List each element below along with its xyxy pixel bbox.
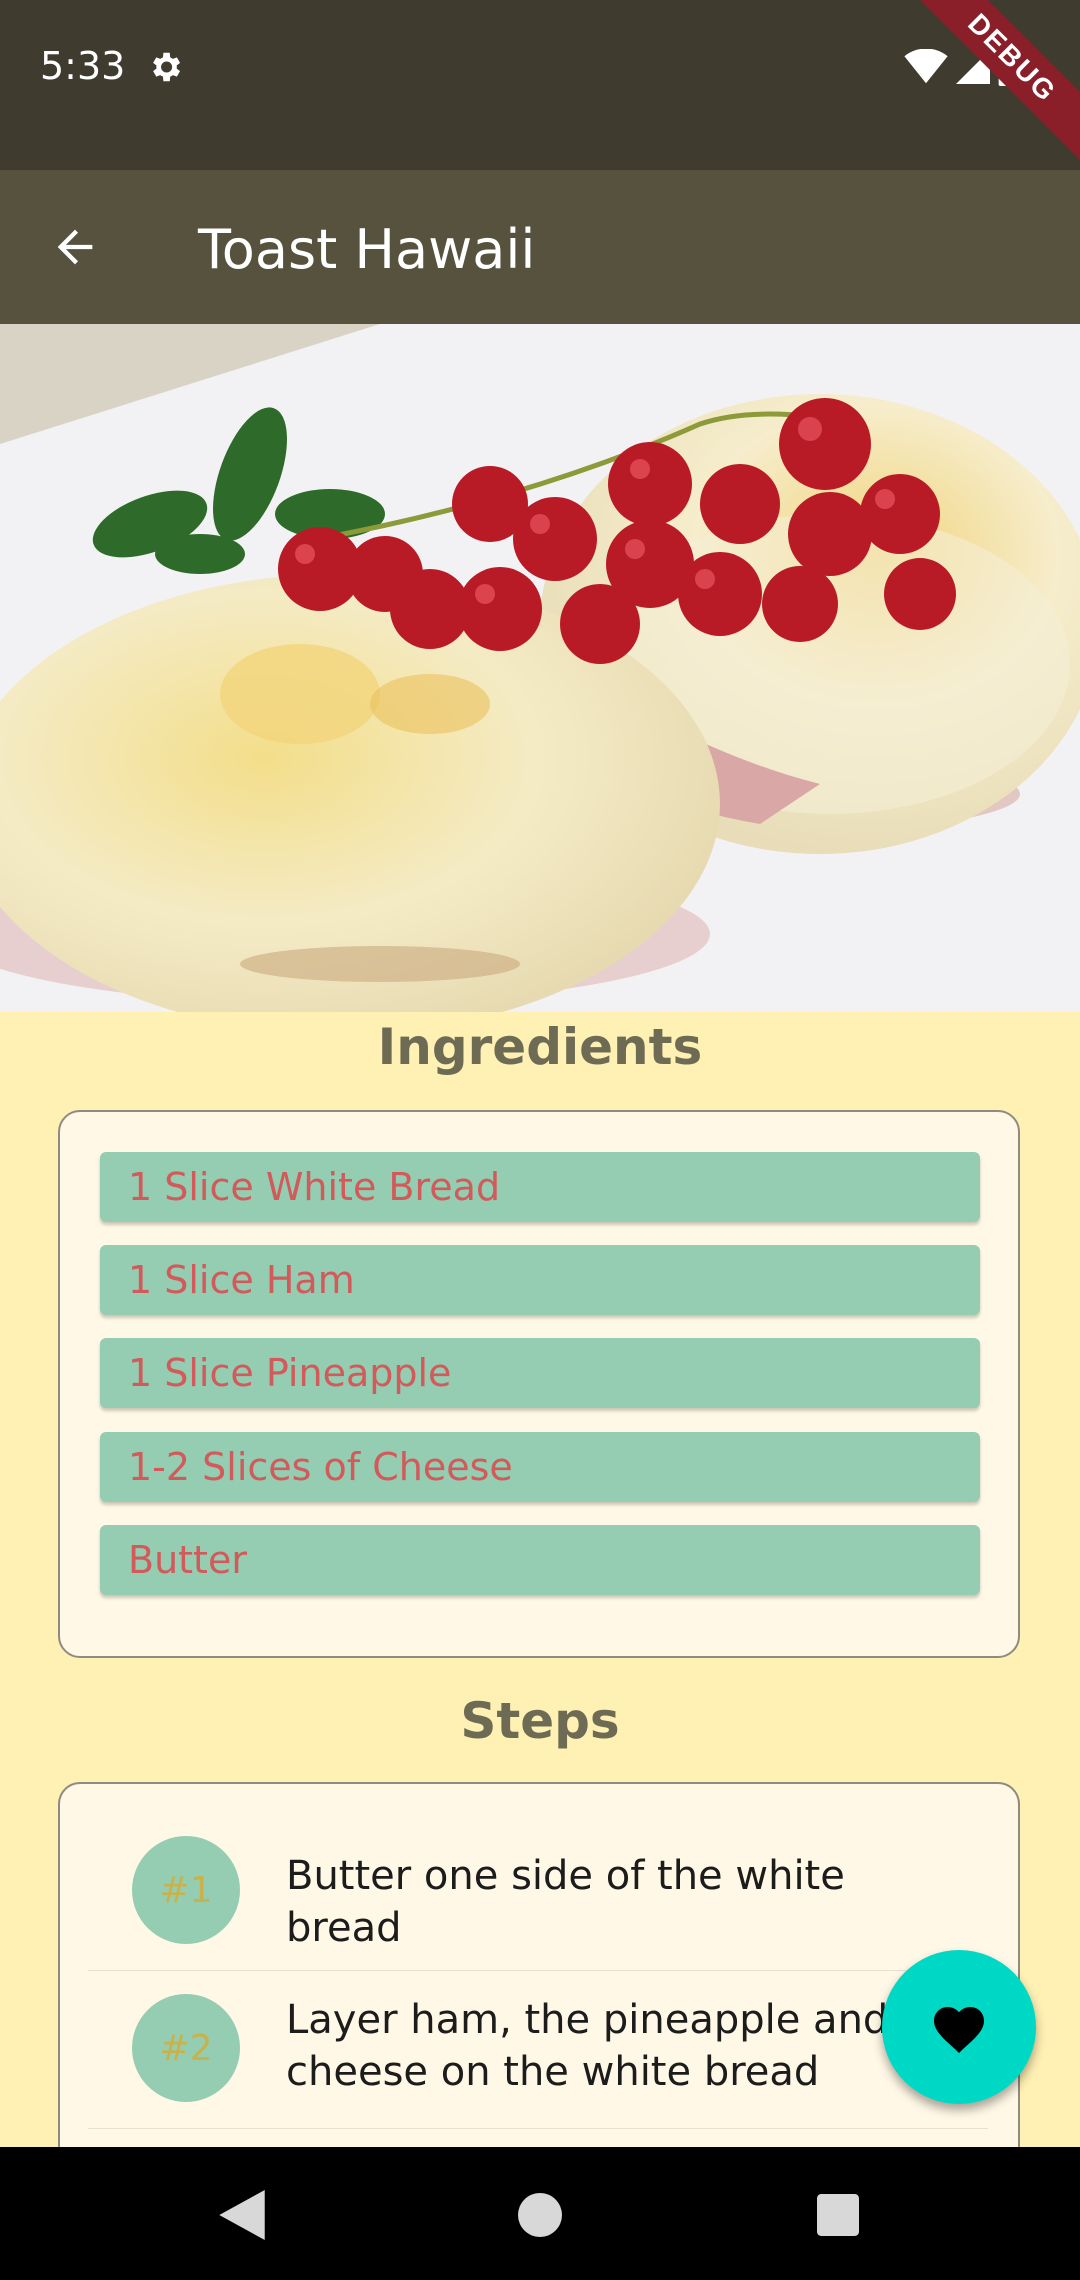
settings-gear-icon xyxy=(146,48,184,86)
arrow-back-icon xyxy=(57,229,93,265)
system-nav-bar xyxy=(0,2147,1080,2280)
page-title: Toast Hawaii xyxy=(198,218,536,281)
favorite-button[interactable] xyxy=(882,1950,1036,2104)
wifi-icon xyxy=(904,49,948,84)
nav-home-button[interactable] xyxy=(510,2185,570,2245)
square-recents-icon xyxy=(817,2194,859,2236)
ingredient-item: 1-2 Slices of Cheese xyxy=(100,1432,980,1502)
heart-icon xyxy=(934,2007,984,2053)
app-bar: Toast Hawaii xyxy=(0,170,1080,324)
step-number-badge: #1 xyxy=(132,1836,240,1944)
step-text: Butter one side of the white bread xyxy=(286,1853,845,1951)
steps-heading: Steps xyxy=(460,1692,620,1750)
ingredients-heading: Ingredients xyxy=(377,1018,703,1076)
circle-home-icon xyxy=(518,2193,562,2237)
step-row: #2 Layer ham, the pineapple and cheese o… xyxy=(88,1970,988,2129)
step-text: Layer ham, the pineapple and cheese on t… xyxy=(286,1997,889,2095)
status-time: 5:33 xyxy=(40,44,126,88)
ingredient-item: 1 Slice White Bread xyxy=(100,1152,980,1222)
step-row: #1 Butter one side of the white bread xyxy=(88,1784,988,1971)
step-number-badge: #2 xyxy=(132,1994,240,2102)
ingredient-item: Butter xyxy=(100,1525,980,1595)
steps-card: #1 Butter one side of the white bread #2… xyxy=(58,1782,1020,2202)
ingredient-item: 1 Slice Ham xyxy=(100,1245,980,1315)
back-button[interactable] xyxy=(44,216,106,278)
ingredients-card: 1 Slice White Bread 1 Slice Ham 1 Slice … xyxy=(58,1110,1020,1658)
status-bar: 5:33 DEBUG xyxy=(0,0,1080,170)
nav-back-button[interactable] xyxy=(212,2185,272,2245)
nav-recents-button[interactable] xyxy=(808,2185,868,2245)
triangle-back-icon xyxy=(219,2190,265,2240)
ingredient-item: 1 Slice Pineapple xyxy=(100,1338,980,1408)
recipe-image xyxy=(0,324,1080,1012)
